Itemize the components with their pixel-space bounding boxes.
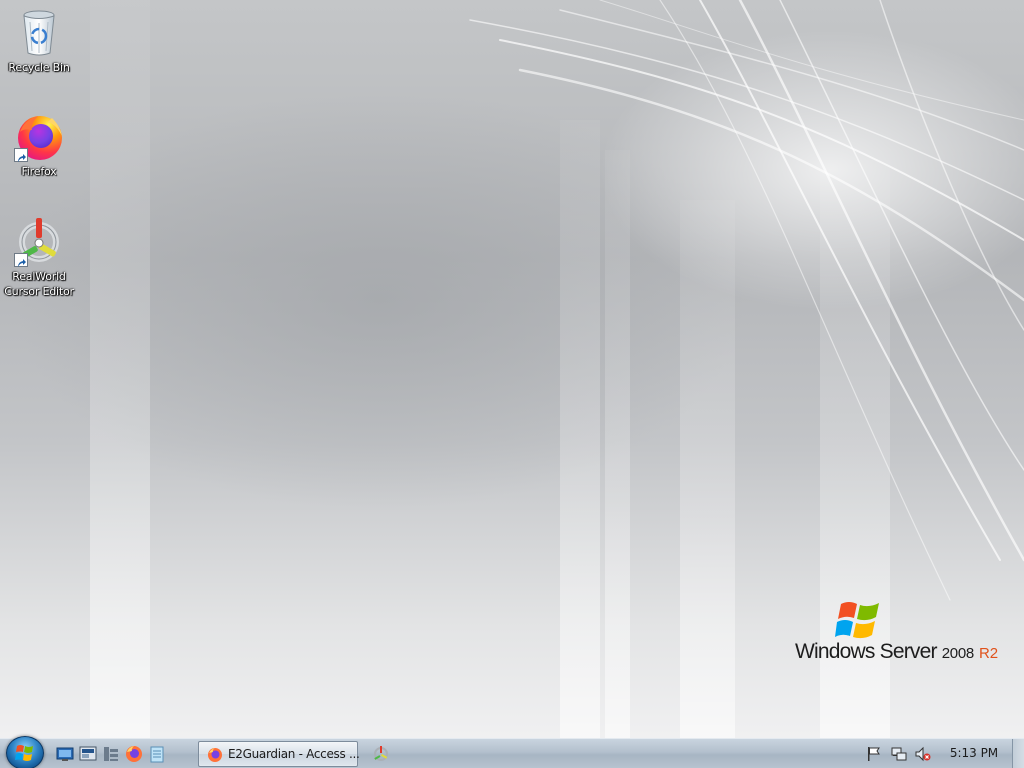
brand-edition: R2 [978, 645, 999, 662]
desktop-icon-recycle-bin[interactable]: Recycle Bin [0, 8, 78, 75]
show-desktop-icon[interactable] [56, 745, 74, 763]
clock[interactable]: 5:13 PM [943, 746, 1005, 760]
taskbar: E2Guardian - Access ... 5:13 PM [0, 736, 1024, 768]
desktop[interactable]: Recycle Bin Firefox RealWorld Cursor Edi… [0, 0, 1024, 738]
file-explorer-icon[interactable] [102, 745, 120, 763]
network-icon[interactable] [891, 746, 907, 762]
label-line-1: RealWorld [12, 270, 66, 283]
desktop-icon-realworld-cursor-editor[interactable]: RealWorld Cursor Editor [0, 217, 78, 299]
windows-orb-icon [15, 745, 33, 761]
server-manager-icon[interactable] [79, 745, 97, 763]
recycle-bin-icon [14, 8, 64, 58]
brand-year: 2008 [941, 645, 974, 662]
notepad-icon[interactable] [148, 745, 166, 763]
brand-text: Windows Server 2008 R2 [795, 640, 998, 664]
windows-flag-logo [835, 602, 879, 639]
desktop-icon-label: Firefox [21, 165, 57, 178]
volume-muted-icon[interactable] [915, 746, 931, 762]
brand-windows-server: Windows Server [795, 640, 937, 663]
show-desktop-button[interactable] [1012, 739, 1024, 768]
desktop-icon-label: Recycle Bin [8, 61, 70, 74]
label-line-2: Cursor Editor [4, 285, 74, 298]
shortcut-arrow-icon [14, 253, 28, 267]
firefox-icon[interactable] [125, 745, 143, 763]
windows-server-branding: Windows Server 2008 R2 [795, 598, 1015, 668]
desktop-icon-label: RealWorld Cursor Editor [4, 269, 74, 299]
realworld-cursor-editor-icon [14, 217, 64, 267]
start-button[interactable] [6, 736, 44, 768]
firefox-icon [207, 747, 223, 763]
action-center-flag-icon[interactable] [866, 746, 882, 762]
shortcut-arrow-icon [14, 148, 28, 162]
desktop-icon-firefox[interactable]: Firefox [0, 112, 78, 179]
firefox-icon [14, 112, 64, 162]
taskbar-button-e2guardian[interactable]: E2Guardian - Access ... [198, 741, 360, 767]
taskbar-button-label: E2Guardian - Access ... [228, 747, 360, 761]
realworld-cursor-editor-icon[interactable] [372, 745, 390, 763]
